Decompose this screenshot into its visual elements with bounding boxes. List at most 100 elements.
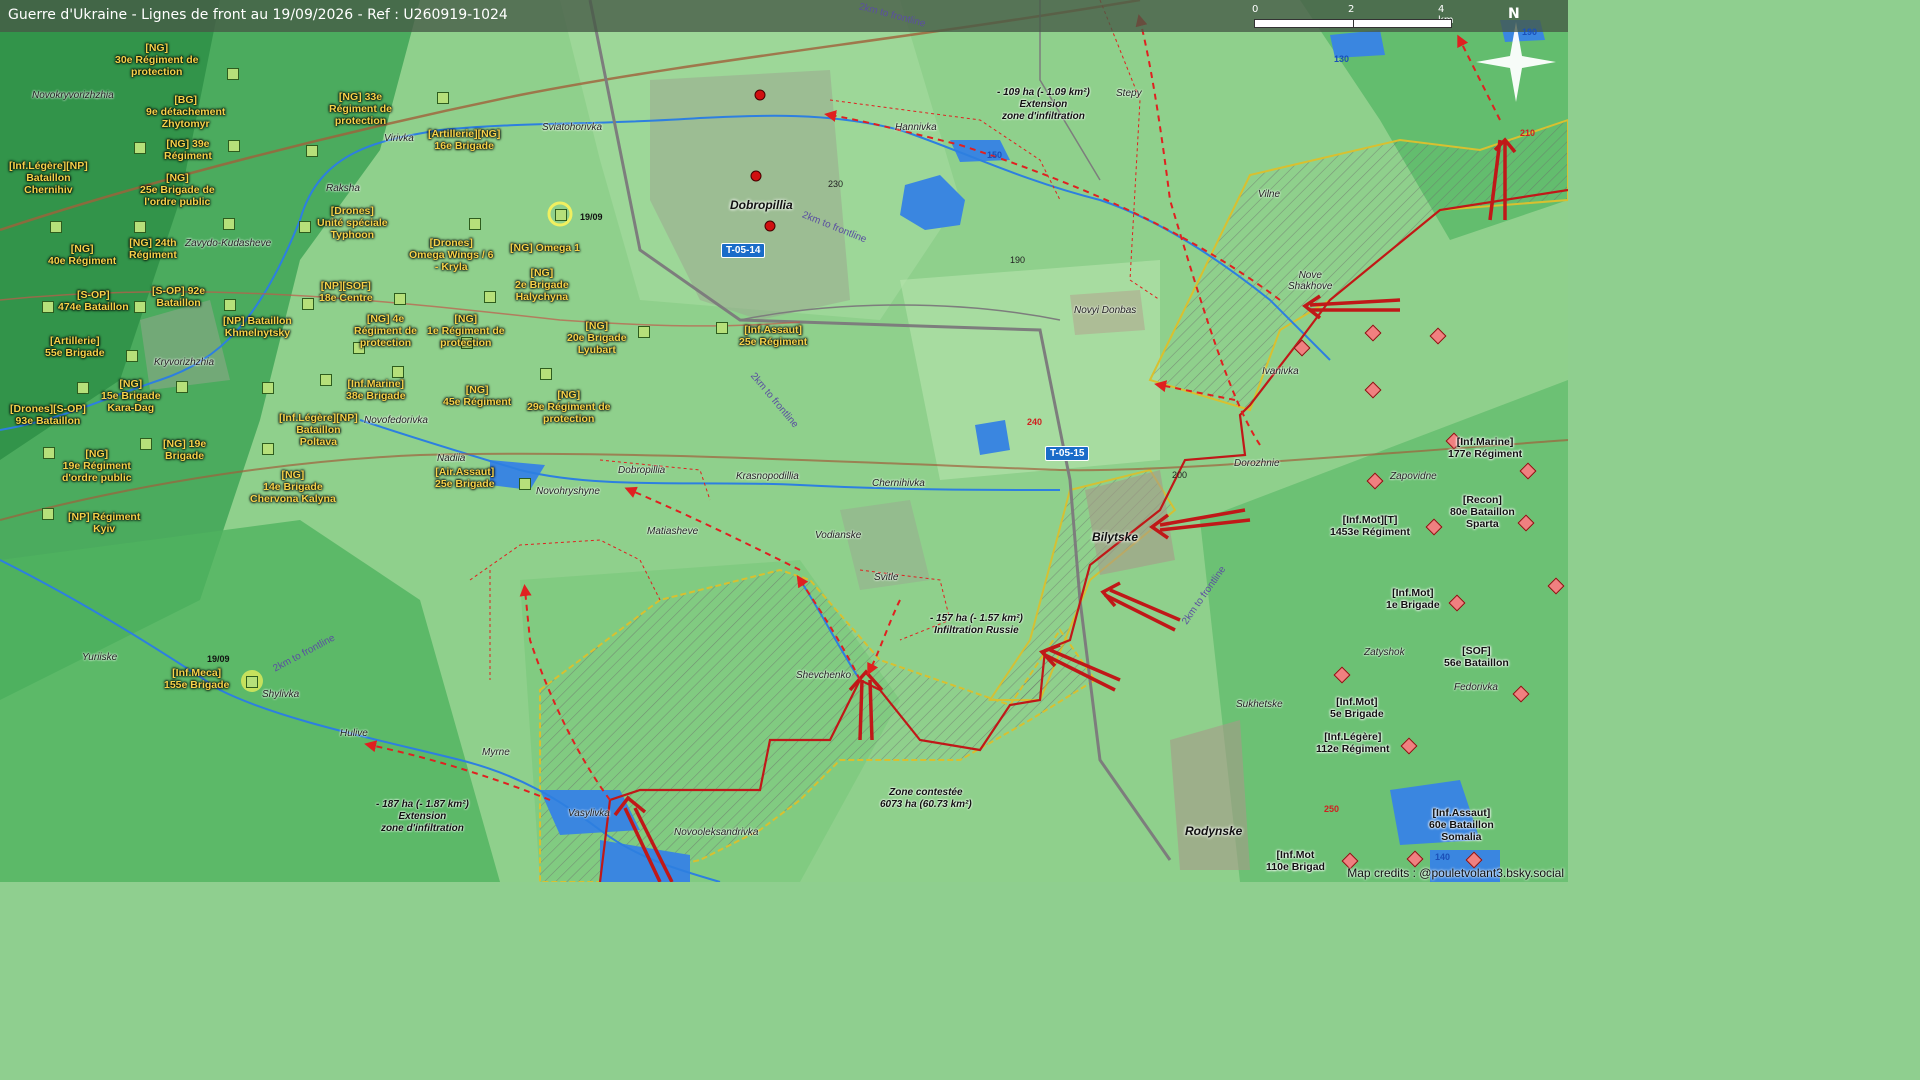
elevation-label: 250 — [1324, 804, 1340, 814]
ua-unit-symbol[interactable] — [140, 438, 152, 450]
ua-unit-label[interactable]: [NG] 19e Régiment d'ordre public — [62, 448, 132, 484]
ru-unit-label[interactable]: [Inf.Assaut] 60e Bataillon Somalia — [1429, 807, 1494, 843]
ua-unit-label[interactable]: [NG] 29e Régiment de protection — [527, 389, 610, 425]
city-bilytske: Bilytske — [1092, 530, 1139, 544]
place-label: Sviatohorivka — [542, 122, 603, 133]
ua-unit-label[interactable]: [S-OP] 474e Bataillon — [58, 289, 129, 313]
front-line-map[interactable]: Guerre d'Ukraine - Lignes de front au 19… — [0, 0, 1568, 882]
ua-unit-symbol[interactable] — [540, 368, 552, 380]
ua-unit-label[interactable]: [NP] Régiment Kyiv — [68, 511, 140, 535]
road-label-t0514: T-05-14 — [721, 243, 766, 258]
ua-unit-label[interactable]: [NG] 15e Brigade Kara-Dag — [101, 378, 161, 414]
ua-unit-symbol[interactable] — [223, 218, 235, 230]
ru-unit-label[interactable]: [Inf.Marine] 177e Régiment — [1448, 436, 1522, 460]
ua-unit-symbol[interactable] — [227, 68, 239, 80]
ua-unit-label[interactable]: [NG] 30e Régiment de protection — [115, 42, 198, 78]
ua-unit-symbol[interactable] — [126, 350, 138, 362]
ua-unit-label[interactable]: [Drones] Unité spéciale Typhoon — [317, 205, 388, 241]
ua-unit-label[interactable]: [NG] 1e Régiment de protection — [427, 313, 505, 349]
ua-unit-symbol[interactable] — [262, 382, 274, 394]
ru-unit-label[interactable]: [Recon] 80e Bataillon Sparta — [1450, 494, 1515, 530]
ua-unit-label[interactable]: [S-OP] 92e Bataillon — [152, 285, 205, 309]
ua-unit-label[interactable]: [NG] 40e Régiment — [48, 243, 116, 267]
ua-unit-label[interactable]: [NG] 19e Brigade — [163, 438, 206, 462]
scale-label-2: 2 — [1348, 4, 1355, 15]
ua-unit-label[interactable]: [Inf.Meca] 155e Brigade — [164, 667, 229, 691]
elevation-label: 210 — [1520, 128, 1536, 138]
header-bar: Guerre d'Ukraine - Lignes de front au 19… — [0, 0, 1568, 32]
ru-unit-label[interactable]: [SOF] 56e Bataillon — [1444, 645, 1509, 669]
place-label: Svitle — [874, 572, 899, 583]
ua-unit-symbol[interactable] — [394, 293, 406, 305]
ua-unit-symbol[interactable] — [555, 209, 567, 221]
ua-unit-label[interactable]: [Inf.Assaut] 25e Régiment — [739, 324, 807, 348]
ua-unit-symbol[interactable] — [43, 447, 55, 459]
ua-unit-label[interactable]: [Artillerie][NG] 16e Brigade — [428, 128, 500, 152]
ua-unit-symbol[interactable] — [392, 366, 404, 378]
ua-unit-symbol[interactable] — [134, 221, 146, 233]
ua-unit-symbol[interactable] — [228, 140, 240, 152]
place-label: Matiasheve — [647, 526, 699, 537]
elevation-label: 190 — [1522, 27, 1538, 37]
ua-unit-label[interactable]: [Artillerie] 55e Brigade — [45, 335, 105, 359]
ua-unit-label[interactable]: [NG] 20e Brigade Lyubart — [567, 320, 627, 356]
ua-unit-symbol[interactable] — [50, 221, 62, 233]
ua-unit-symbol[interactable] — [42, 301, 54, 313]
ua-unit-label[interactable]: [Inf.Légère][NP] Bataillon Chernihiv — [9, 160, 88, 196]
ua-unit-symbol[interactable] — [469, 218, 481, 230]
ua-unit-symbol[interactable] — [42, 508, 54, 520]
elevation-label: 240 — [1027, 417, 1043, 427]
ua-unit-symbol[interactable] — [262, 443, 274, 455]
place-label: Kryvorizhzhia — [154, 357, 215, 368]
ua-unit-symbol[interactable] — [299, 221, 311, 233]
ua-unit-symbol[interactable] — [176, 381, 188, 393]
ua-unit-label[interactable]: [NG] 45e Régiment — [443, 384, 511, 408]
ua-unit-label[interactable]: [NG] 33e Régiment de protection — [329, 91, 392, 127]
ua-unit-symbol[interactable] — [306, 145, 318, 157]
ua-unit-label[interactable]: [NG] 2e Brigade Halychyna — [515, 267, 569, 303]
ua-unit-symbol[interactable] — [134, 142, 146, 154]
place-label: Virivka — [384, 133, 414, 144]
place-label: Sukhetske — [1236, 699, 1283, 710]
place-label: Ivanivka — [1262, 366, 1299, 377]
ua-unit-label[interactable]: [NG] 24th Régiment — [129, 237, 177, 261]
city-dobropillia: Dobropillia — [730, 198, 793, 212]
ua-unit-symbol[interactable] — [484, 291, 496, 303]
ru-unit-label[interactable]: [Inf.Légère] 112e Régiment — [1316, 731, 1390, 755]
ua-unit-label[interactable]: [NG] 25e Brigade de l'ordre public — [140, 172, 215, 208]
place-label: Zatyshok — [1364, 647, 1405, 658]
ru-unit-label[interactable]: [Inf.Mot] 5e Brigade — [1330, 696, 1384, 720]
ua-unit-label[interactable]: [NG] Omega 1 — [510, 242, 580, 254]
infiltration-note-south: - 187 ha (- 1.87 km²) Extension zone d'i… — [376, 799, 469, 834]
ua-unit-label[interactable]: [NP][SOF] 18e Centre — [319, 280, 373, 304]
ua-unit-label[interactable]: [NG] 14e Brigade Chervona Kalyna — [250, 469, 336, 505]
ua-unit-symbol[interactable] — [302, 298, 314, 310]
elevation-label: 150 — [987, 150, 1003, 160]
ua-unit-label[interactable]: [Drones][S-OP] 93e Bataillon — [10, 403, 86, 427]
ua-unit-symbol[interactable] — [320, 374, 332, 386]
ua-unit-symbol[interactable] — [77, 382, 89, 394]
place-label: Raksha — [326, 183, 360, 194]
ru-unit-label[interactable]: [Inf.Mot 110e Brigad — [1266, 849, 1325, 873]
ua-unit-label[interactable]: [Air.Assaut] 25e Brigade — [435, 466, 495, 490]
ua-unit-label[interactable]: [Drones] Omega Wings / 6 - Kryla — [409, 237, 494, 273]
ua-unit-symbol[interactable] — [437, 92, 449, 104]
ru-unit-label[interactable]: [Inf.Mot][T] 1453e Régiment — [1330, 514, 1410, 538]
ua-unit-label[interactable]: [Inf.Légère][NP] Bataillon Poltava — [279, 412, 358, 448]
ua-unit-symbol[interactable] — [716, 322, 728, 334]
ua-unit-label[interactable]: [BG] 9e détachement Zhytomyr — [146, 94, 225, 130]
infiltration-note-center: - 157 ha (- 1.57 km²) Infiltration Russi… — [930, 613, 1023, 636]
ua-unit-label[interactable]: [NG] 39e Régiment — [164, 138, 212, 162]
ua-unit-label[interactable]: [NP] Bataillon Khmelnytsky — [223, 315, 292, 339]
place-label: Shevchenko — [796, 670, 852, 681]
ua-unit-label[interactable]: [Inf.Marine] 38e Brigade — [346, 378, 406, 402]
ua-unit-symbol[interactable] — [246, 676, 258, 688]
ua-unit-symbol[interactable] — [134, 301, 146, 313]
ua-unit-symbol[interactable] — [638, 326, 650, 338]
elevation-label: 140 — [1435, 852, 1451, 862]
ua-unit-symbol[interactable] — [519, 478, 531, 490]
ua-unit-label[interactable]: [NG] 4e Régiment de protection — [354, 313, 417, 349]
ru-unit-label[interactable]: [Inf.Mot] 1e Brigade — [1386, 587, 1440, 611]
update-date-label: 19/09 — [207, 654, 230, 664]
ua-unit-symbol[interactable] — [224, 299, 236, 311]
